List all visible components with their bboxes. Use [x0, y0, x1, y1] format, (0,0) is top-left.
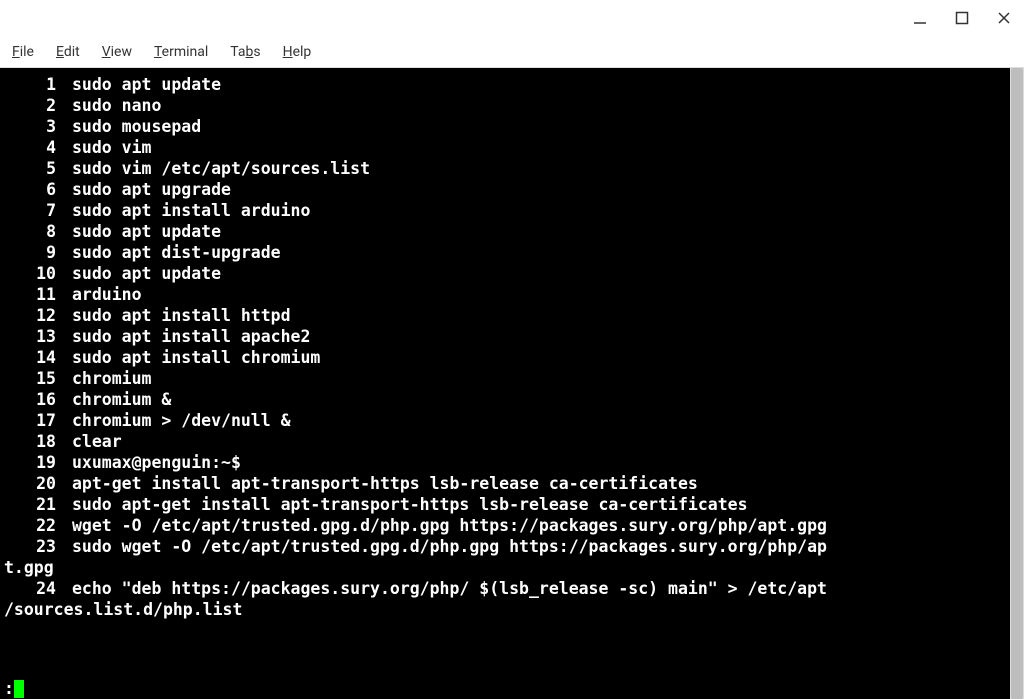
line-text: sudo apt upgrade: [56, 179, 231, 200]
line-text: /sources.list.d/php.list: [0, 599, 242, 620]
history-line: 1sudo apt update: [0, 74, 1010, 95]
line-text: sudo apt update: [56, 221, 221, 242]
maximize-button[interactable]: [950, 6, 974, 30]
line-number: 12: [0, 305, 56, 326]
line-number: 8: [0, 221, 56, 242]
menu-help[interactable]: Help: [279, 42, 316, 62]
line-text: sudo wget -O /etc/apt/trusted.gpg.d/php.…: [56, 536, 827, 557]
line-text: sudo apt install arduino: [56, 200, 310, 221]
line-text: sudo apt install chromium: [56, 347, 320, 368]
history-line: 7sudo apt install arduino: [0, 200, 1010, 221]
history-line: 14sudo apt install chromium: [0, 347, 1010, 368]
line-text: sudo apt update: [56, 263, 221, 284]
scrollbar[interactable]: [1010, 68, 1024, 699]
line-text: t.gpg: [0, 557, 54, 578]
menubar: File Edit View Terminal Tabs Help: [0, 36, 1024, 68]
history-line: 8sudo apt update: [0, 221, 1010, 242]
line-number: 14: [0, 347, 56, 368]
minimize-button[interactable]: [908, 6, 932, 30]
line-text: sudo apt install httpd: [56, 305, 291, 326]
line-text: chromium: [56, 368, 151, 389]
pager-prompt-row: :: [0, 678, 24, 699]
line-number: 1: [0, 74, 56, 95]
line-number: 15: [0, 368, 56, 389]
line-text: chromium > /dev/null &: [56, 410, 291, 431]
history-line: 9sudo apt dist-upgrade: [0, 242, 1010, 263]
history-line: 5sudo vim /etc/apt/sources.list: [0, 158, 1010, 179]
line-text: sudo apt install apache2: [56, 326, 310, 347]
line-text: arduino: [56, 284, 142, 305]
line-text: chromium &: [56, 389, 171, 410]
line-number: 2: [0, 95, 56, 116]
line-text: wget -O /etc/apt/trusted.gpg.d/php.gpg h…: [56, 515, 827, 536]
line-number: 18: [0, 431, 56, 452]
history-line: 10sudo apt update: [0, 263, 1010, 284]
line-text: sudo apt update: [56, 74, 221, 95]
line-number: 4: [0, 137, 56, 158]
line-number: 5: [0, 158, 56, 179]
line-text: sudo apt-get install apt-transport-https…: [56, 494, 748, 515]
history-line: 16chromium &: [0, 389, 1010, 410]
line-text: sudo vim /etc/apt/sources.list: [56, 158, 370, 179]
titlebar: [0, 0, 1024, 36]
history-line: 17chromium > /dev/null &: [0, 410, 1010, 431]
menu-tabs[interactable]: Tabs: [226, 42, 264, 62]
pager-prompt-colon: :: [4, 678, 14, 699]
line-number: 17: [0, 410, 56, 431]
history-line: 22wget -O /etc/apt/trusted.gpg.d/php.gpg…: [0, 515, 1010, 536]
line-number: 7: [0, 200, 56, 221]
history-line: 6sudo apt upgrade: [0, 179, 1010, 200]
history-line: 4sudo vim: [0, 137, 1010, 158]
line-number: 11: [0, 284, 56, 305]
history-line: 21sudo apt-get install apt-transport-htt…: [0, 494, 1010, 515]
line-text: sudo vim: [56, 137, 151, 158]
history-line-wrap: t.gpg: [0, 557, 1010, 578]
line-number: 20: [0, 473, 56, 494]
history-line: 23sudo wget -O /etc/apt/trusted.gpg.d/ph…: [0, 536, 1010, 557]
menu-terminal[interactable]: Terminal: [150, 42, 212, 62]
menu-file[interactable]: File: [8, 42, 38, 62]
line-number: 19: [0, 452, 56, 473]
history-line: 15chromium: [0, 368, 1010, 389]
close-button[interactable]: [992, 6, 1016, 30]
line-number: 21: [0, 494, 56, 515]
line-text: apt-get install apt-transport-https lsb-…: [56, 473, 698, 494]
line-number: 23: [0, 536, 56, 557]
line-text: clear: [56, 431, 122, 452]
history-line: 24echo "deb https://packages.sury.org/ph…: [0, 578, 1010, 599]
line-number: 16: [0, 389, 56, 410]
cursor-icon: [14, 680, 24, 698]
line-number: 13: [0, 326, 56, 347]
line-text: echo "deb https://packages.sury.org/php/…: [56, 578, 827, 599]
terminal-area[interactable]: 1sudo apt update2sudo nano3sudo mousepad…: [0, 68, 1024, 699]
line-number: 3: [0, 116, 56, 137]
line-text: sudo apt dist-upgrade: [56, 242, 281, 263]
line-number: 24: [0, 578, 56, 599]
line-text: sudo nano: [56, 95, 161, 116]
line-number: 6: [0, 179, 56, 200]
scroll-thumb[interactable]: [1011, 68, 1023, 699]
line-number: 9: [0, 242, 56, 263]
line-text: sudo mousepad: [56, 116, 201, 137]
history-line: 13sudo apt install apache2: [0, 326, 1010, 347]
line-number: 22: [0, 515, 56, 536]
window-controls: [908, 6, 1016, 30]
history-line: 3sudo mousepad: [0, 116, 1010, 137]
history-line: 12sudo apt install httpd: [0, 305, 1010, 326]
history-line: 18clear: [0, 431, 1010, 452]
history-line-wrap: /sources.list.d/php.list: [0, 599, 1010, 620]
menu-view[interactable]: View: [98, 42, 136, 62]
history-line: 20apt-get install apt-transport-https ls…: [0, 473, 1010, 494]
history-line: 19uxumax@penguin:~$: [0, 452, 1010, 473]
line-text: uxumax@penguin:~$: [56, 452, 241, 473]
terminal-content[interactable]: 1sudo apt update2sudo nano3sudo mousepad…: [0, 68, 1010, 699]
menu-edit[interactable]: Edit: [52, 42, 84, 62]
history-line: 11arduino: [0, 284, 1010, 305]
history-line: 2sudo nano: [0, 95, 1010, 116]
line-number: 10: [0, 263, 56, 284]
